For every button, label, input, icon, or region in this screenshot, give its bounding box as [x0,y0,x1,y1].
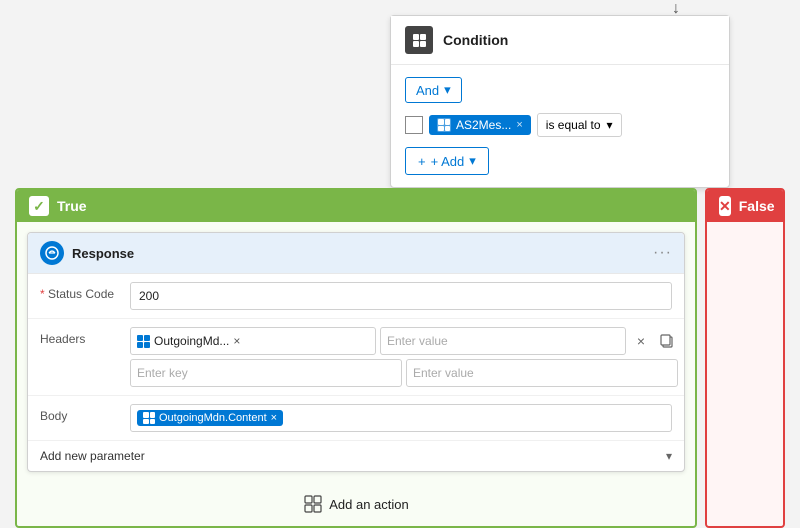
and-button[interactable]: And ▾ [405,77,462,103]
true-label: True [57,198,87,214]
chip-grid-icon [437,118,451,132]
add-plus-icon: + [418,154,426,169]
header-value2-placeholder: Enter value [413,366,474,380]
true-header: ✓ True [17,190,695,222]
true-branch: ✓ True Response ··· Status [15,188,697,528]
response-title: Response [72,246,653,261]
body-chip-label: OutgoingMdn.Content [159,412,267,424]
condition-row: AS2Mes... × is equal to ▾ [405,113,715,137]
is-equal-chevron-icon: ▾ [607,118,613,132]
body-chip[interactable]: OutgoingMdn.Content × [137,410,283,426]
and-label: And [416,83,439,98]
headers-container: OutgoingMd... × Enter value × [130,327,678,387]
condition-header: Condition [391,16,729,65]
header-key-2[interactable]: Enter key [130,359,402,387]
add-button[interactable]: + + Add ▾ [405,147,489,175]
true-check-icon: ✓ [29,196,49,216]
response-more-button[interactable]: ··· [653,244,672,262]
header-row-1: OutgoingMd... × Enter value × [130,327,678,355]
body-chip-icon [143,412,155,424]
header-value-placeholder: Enter value [387,334,448,348]
add-action-area[interactable]: Add an action [17,482,695,526]
false-header: ✕ False [707,190,783,222]
add-chevron-icon: ▾ [469,153,476,169]
false-label: False [739,198,775,214]
response-card: Response ··· Status Code Headers [27,232,685,472]
status-code-input[interactable] [130,282,672,310]
add-param-row[interactable]: Add new parameter ▾ [28,441,684,471]
add-label: + Add [431,154,465,169]
response-header: Response ··· [28,233,684,274]
headers-label: Headers [40,327,130,346]
header-row-2: Enter key Enter value [130,359,678,387]
add-button-row: + + Add ▾ [405,147,715,175]
and-dropdown-row: And ▾ [405,77,715,103]
condition-card: Condition And ▾ AS2Mes... × [390,15,730,188]
header-chip-label: OutgoingMd... [154,334,229,348]
header-key-1[interactable]: OutgoingMd... × [130,327,376,355]
header-value-2[interactable]: Enter value [406,359,678,387]
and-chevron-icon: ▾ [444,82,451,98]
status-code-label: Status Code [40,282,130,301]
add-param-label: Add new parameter [40,449,666,463]
header-value-1[interactable]: Enter value [380,327,626,355]
body-row: Body OutgoingMdn.Content × [28,396,684,441]
status-code-row: Status Code [28,274,684,319]
add-param-chevron-icon: ▾ [666,449,672,463]
false-x-icon: ✕ [719,196,731,216]
header-delete-button[interactable]: × [630,330,652,352]
condition-title: Condition [443,32,508,48]
body-chip-area[interactable]: OutgoingMdn.Content × [130,404,672,432]
is-equal-label: is equal to [546,118,601,132]
false-branch: ✕ False [705,188,785,528]
response-body: Status Code Headers [28,274,684,471]
header-key-placeholder: Enter key [137,366,188,380]
headers-row: Headers OutgoingMd... [28,319,684,396]
header-chip-icon [137,335,150,348]
header-chip-close[interactable]: × [233,334,240,348]
condition-icon [405,26,433,54]
condition-checkbox[interactable] [405,116,423,134]
is-equal-dropdown[interactable]: is equal to ▾ [537,113,622,137]
as2-chip[interactable]: AS2Mes... × [429,115,531,135]
response-icon [40,241,64,265]
condition-body: And ▾ AS2Mes... × is equal to [391,65,729,187]
header-copy-button[interactable] [656,330,678,352]
branches-container: ✓ True Response ··· Status [0,188,800,528]
add-action-icon [303,494,323,514]
chip-close-icon[interactable]: × [516,119,522,131]
body-label: Body [40,404,130,423]
body-chip-close[interactable]: × [271,412,277,424]
add-action-label: Add an action [329,497,409,512]
chip-label: AS2Mes... [456,118,511,132]
